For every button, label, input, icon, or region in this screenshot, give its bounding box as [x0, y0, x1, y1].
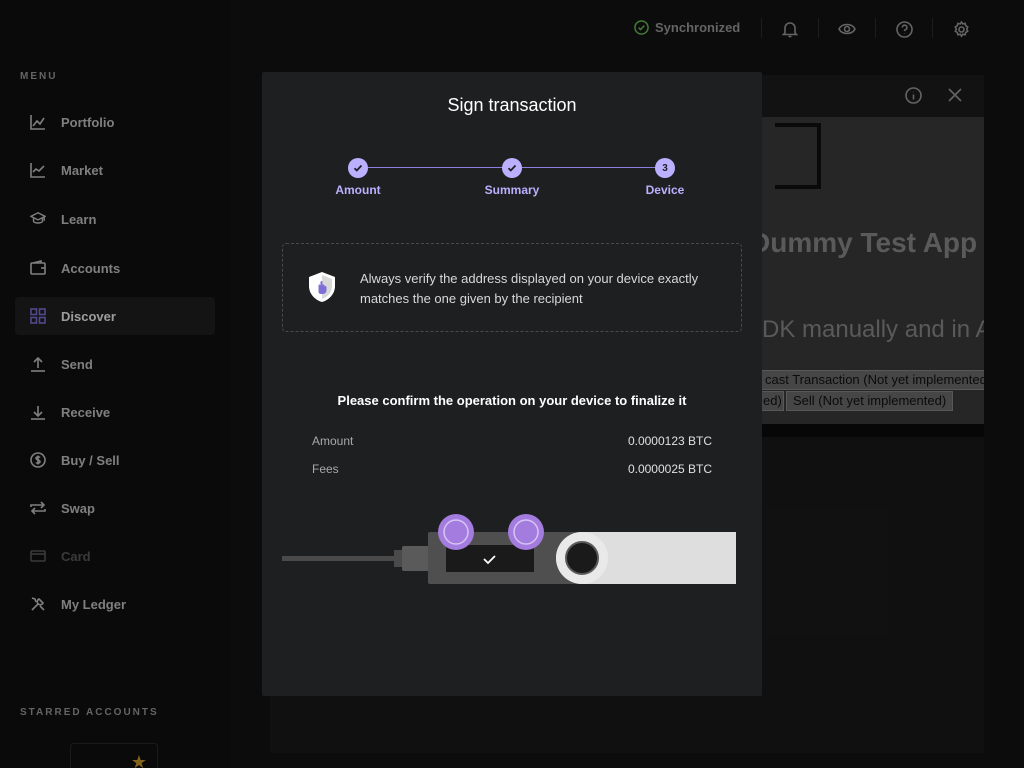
modal-title: Sign transaction	[447, 95, 577, 115]
stepper-line	[368, 167, 508, 168]
step-summary-check-icon	[502, 158, 522, 178]
fees-value: 0.0000025 BTC	[627, 462, 712, 476]
step-label-device: Device	[645, 183, 685, 197]
confirm-message: Please confirm the operation on your dev…	[337, 393, 687, 408]
sign-transaction-modal: Sign transaction Amount Summary 3 Device…	[262, 72, 762, 696]
step-device-number: 3	[655, 158, 675, 178]
fees-row: Fees 0.0000025 BTC	[312, 462, 712, 476]
step-label-summary: Summary	[484, 183, 540, 197]
amount-value: 0.0000123 BTC	[627, 434, 712, 448]
step-label-amount: Amount	[335, 183, 381, 197]
warning-text: Always verify the address displayed on y…	[360, 271, 699, 306]
stepper-line	[522, 167, 662, 168]
step-amount-check-icon	[348, 158, 368, 178]
amount-label: Amount	[312, 434, 354, 448]
amount-row: Amount 0.0000123 BTC	[312, 434, 712, 448]
shield-hand-icon	[309, 272, 335, 302]
ledger-device-illustration	[282, 514, 736, 584]
address-warning-box: Always verify the address displayed on y…	[282, 243, 742, 332]
fees-label: Fees	[312, 462, 339, 476]
